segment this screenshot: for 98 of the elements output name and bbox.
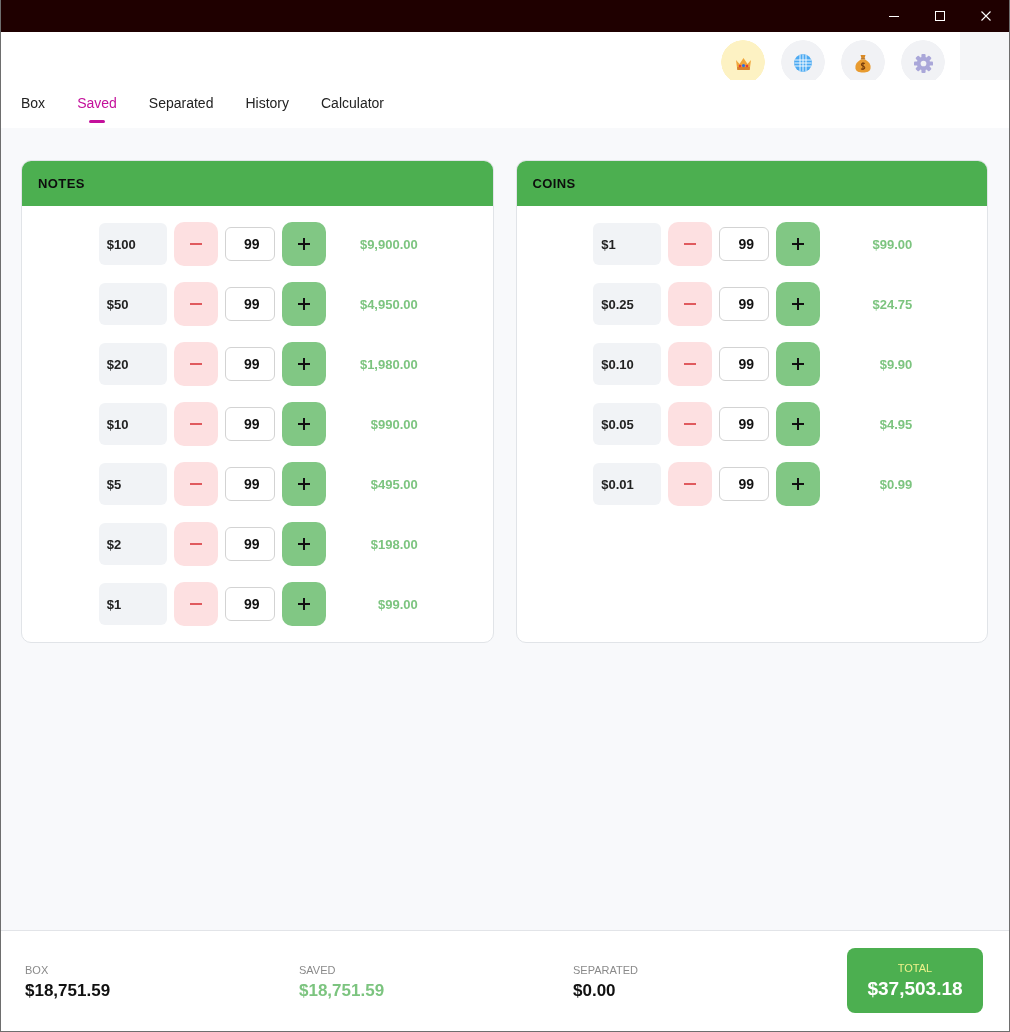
plus-icon [792,358,805,370]
count-field[interactable]: 99 [224,587,275,621]
summary-value: $18,751.59 [25,981,111,1001]
amount-text: $9.90 [879,356,913,372]
crown-icon [734,57,752,70]
minus-icon [684,303,697,305]
tab[interactable]: Saved [77,80,117,128]
denomination-label: $0.10 [593,343,662,385]
minus-icon [189,603,202,605]
increment-button[interactable] [776,462,821,506]
tab[interactable]: Box [21,80,46,128]
count-field[interactable]: 99 [224,527,275,561]
count-field[interactable]: 99 [719,287,770,321]
denomination-label: $20 [98,343,167,385]
denomination-label: $1 [98,583,167,625]
plus-icon [297,298,310,310]
money-bag-button[interactable] [841,40,885,80]
plus-icon [792,298,805,310]
denomination-label: $50 [98,283,167,325]
denomination-label: $0.25 [593,283,662,325]
money-bag-icon [855,54,871,73]
count-field[interactable]: 99 [719,407,770,441]
summary-value: $0.00 [573,981,616,1001]
increment-button[interactable] [281,462,326,506]
tab[interactable]: Separated [148,80,214,128]
summary-value: $18,751.59 [299,981,385,1001]
amount-text: $4.95 [879,416,913,432]
amount-text: $990.00 [370,416,418,432]
minus-icon [189,423,202,425]
amount-text: $495.00 [370,476,418,492]
minus-icon [189,483,202,485]
plus-icon [297,418,310,430]
denomination-label: $1 [593,223,662,265]
denomination-label: $0.01 [593,463,662,505]
tab[interactable]: Calculator [321,80,385,128]
plus-icon [792,478,805,490]
plus-icon [792,238,805,250]
denomination-label: $5 [98,463,167,505]
minus-icon [684,243,697,245]
amount-text: $24.75 [872,296,913,312]
increment-button[interactable] [281,582,326,626]
amount-text: $0.99 [879,476,913,492]
total-label: TOTAL [897,961,933,974]
settings-icon [913,54,933,73]
amount-text: $9,900.00 [359,236,418,252]
amount-text: $198.00 [370,536,418,552]
count-field[interactable]: 99 [224,227,275,261]
amount-text: $1,980.00 [359,356,418,372]
increment-button[interactable] [281,222,326,266]
increment-button[interactable] [281,402,326,446]
total-value: $37,503.18 [867,977,963,1000]
minus-icon [684,423,697,425]
count-field[interactable]: 99 [224,467,275,501]
minus-icon [684,363,697,365]
minus-icon [189,363,202,365]
summary-label: SEPARATED [573,964,638,976]
plus-icon [297,478,310,490]
increment-button[interactable] [776,402,821,446]
count-field[interactable]: 99 [224,287,275,321]
close-icon [981,11,991,21]
settings-button[interactable] [901,40,945,80]
amount-text: $4,950.00 [359,296,418,312]
panel-title: NOTES [38,176,85,191]
denomination-label: $100 [98,223,167,265]
plus-icon [297,598,310,610]
denomination-label: $10 [98,403,167,445]
summary-label: SAVED [299,964,336,976]
maximize-icon [935,11,945,21]
count-field[interactable]: 99 [224,407,275,441]
denomination-label: $0.05 [593,403,662,445]
increment-button[interactable] [281,522,326,566]
minus-icon [189,543,202,545]
increment-button[interactable] [776,222,821,266]
plus-icon [297,538,310,550]
minus-icon [189,303,202,305]
minus-icon [684,483,697,485]
minimize-icon [889,15,899,17]
panel-title: COINS [532,176,576,191]
count-field[interactable]: 99 [719,347,770,381]
amount-text: $99.00 [378,596,418,612]
summary-label: BOX [25,964,49,976]
increment-button[interactable] [281,342,326,386]
globe-icon [794,54,812,72]
increment-button[interactable] [281,282,326,326]
crown-button[interactable] [721,40,765,80]
plus-icon [297,358,310,370]
plus-icon [297,238,310,250]
plus-icon [792,418,805,430]
amount-text: $99.00 [872,236,913,252]
globe-button[interactable] [781,40,825,80]
tab[interactable]: History [245,80,289,128]
count-field[interactable]: 99 [719,467,770,501]
minus-icon [189,243,202,245]
count-field[interactable]: 99 [224,347,275,381]
count-field[interactable]: 99 [719,227,770,261]
denomination-label: $2 [98,523,167,565]
increment-button[interactable] [776,342,821,386]
increment-button[interactable] [776,282,821,326]
